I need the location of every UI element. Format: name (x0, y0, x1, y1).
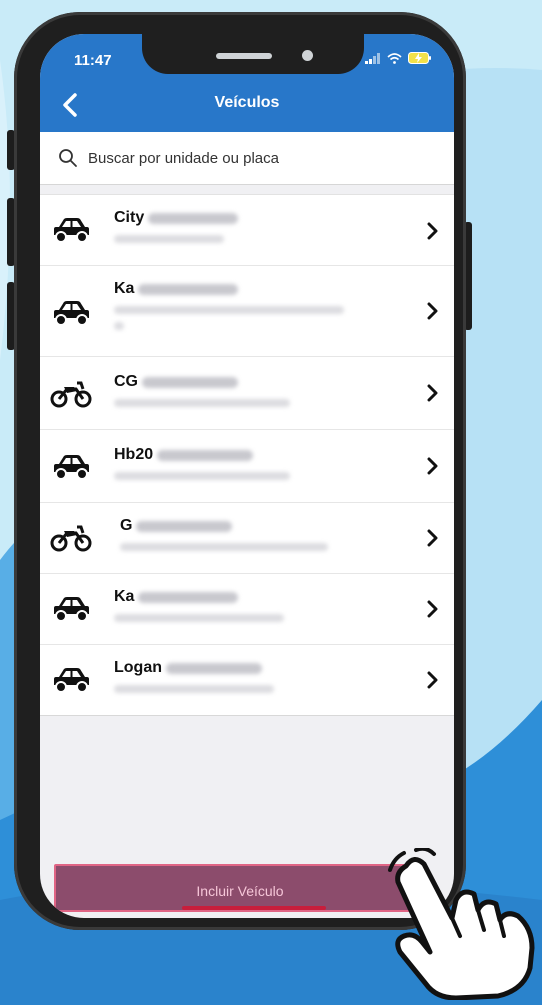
list-item[interactable]: Ka (40, 574, 454, 645)
chevron-right-icon (427, 529, 438, 547)
chevron-right-icon (427, 671, 438, 689)
vehicle-owner-redacted (114, 306, 344, 314)
vehicle-info: CG (114, 373, 404, 407)
pointing-hand-icon (388, 848, 535, 1000)
vehicle-plate-redacted (148, 212, 239, 224)
vehicle-plate-redacted (138, 283, 239, 295)
notch (142, 34, 364, 74)
list-item[interactable]: G (40, 503, 454, 574)
include-vehicle-button[interactable]: Incluir Veículo (54, 864, 426, 912)
vehicle-model: CG (114, 373, 138, 390)
chevron-right-icon (427, 302, 438, 320)
car-icon (54, 301, 89, 326)
vehicle-model: Logan (114, 659, 162, 676)
vehicle-model: City (114, 209, 145, 226)
camera (302, 50, 313, 61)
car-icon (54, 455, 89, 480)
phone-frame: 11:47 Veículos Buscar por unidade ou pla… (14, 12, 466, 930)
search-bar[interactable] (40, 132, 454, 185)
speaker (216, 53, 272, 59)
car-icon (54, 597, 89, 622)
signal-icon (365, 52, 380, 64)
list-item[interactable]: Hb20 (40, 430, 454, 503)
vehicle-info: Ka (114, 588, 404, 622)
vehicle-info: G (120, 517, 404, 551)
search-icon (59, 149, 77, 167)
list-item[interactable]: City (40, 195, 454, 266)
vehicle-model: Hb20 (114, 446, 154, 463)
list-item[interactable]: CG (40, 357, 454, 430)
list-item[interactable]: Ka (40, 266, 454, 357)
vehicle-plate-redacted (138, 591, 239, 603)
vehicle-info: Ka (114, 280, 404, 330)
vehicle-plate-redacted (136, 520, 233, 532)
motorcycle-icon (50, 381, 92, 408)
vehicle-info: City (114, 209, 404, 243)
chevron-right-icon (427, 457, 438, 475)
list-item[interactable]: Logan (40, 645, 454, 716)
car-icon (54, 218, 89, 243)
vehicle-plate-redacted (166, 662, 262, 674)
vehicle-model: Ka (114, 280, 135, 297)
home-indicator (182, 906, 326, 910)
vehicle-model: G (120, 517, 133, 534)
vehicle-owner-redacted (114, 685, 274, 693)
chevron-right-icon (427, 222, 438, 240)
vehicle-owner-redacted (114, 235, 224, 243)
vehicle-info: Hb20 (114, 446, 404, 480)
vehicle-owner-redacted (120, 543, 328, 551)
car-icon (54, 668, 89, 693)
status-time: 11:47 (74, 52, 112, 69)
search-input[interactable] (86, 148, 410, 168)
vehicle-plate-redacted (157, 449, 254, 461)
vehicle-info: Logan (114, 659, 404, 693)
vehicle-owner-redacted (114, 399, 290, 407)
motorcycle-icon (50, 525, 92, 552)
vehicle-list: City Ka CG Hb20 G Ka Logan (40, 194, 454, 716)
page-title: Veículos (214, 94, 280, 111)
vehicle-model: Ka (114, 588, 135, 605)
phone-screen: 11:47 Veículos Buscar por unidade ou pla… (40, 34, 454, 918)
chevron-right-icon (427, 600, 438, 618)
status-icons (365, 52, 432, 64)
battery-charging-icon (408, 52, 431, 64)
chevron-right-icon (427, 384, 438, 402)
vehicle-owner-redacted (114, 472, 290, 480)
vehicle-owner-redacted (114, 322, 124, 330)
wifi-icon (387, 52, 402, 64)
vehicle-owner-redacted (114, 614, 284, 622)
vehicle-plate-redacted (142, 376, 238, 388)
